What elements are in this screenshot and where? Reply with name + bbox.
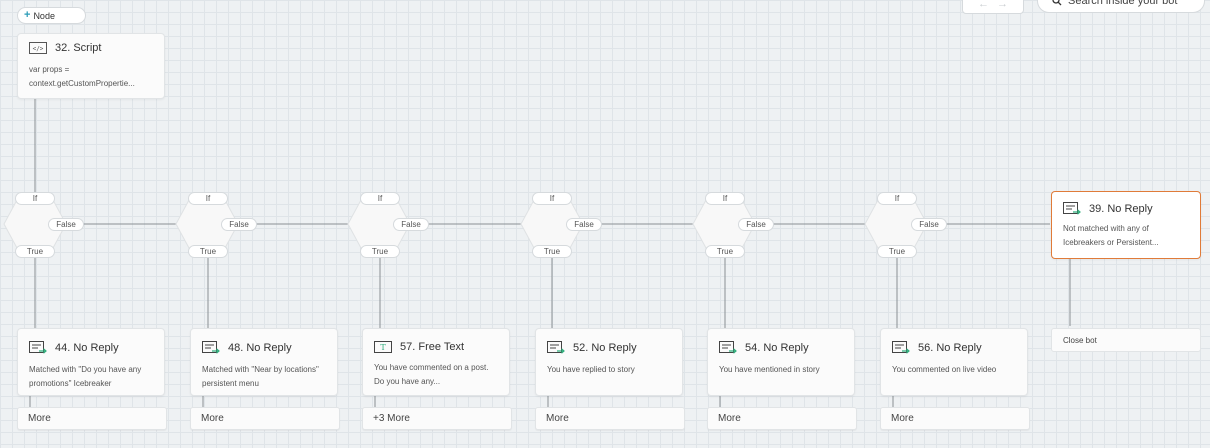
if-label: If xyxy=(705,192,745,205)
message-reply-icon xyxy=(892,341,910,354)
plus-icon: + xyxy=(24,9,31,21)
fallback-node[interactable]: 39. No Reply Not matched with any of Ice… xyxy=(1051,191,1201,259)
search-bar[interactable] xyxy=(1037,0,1205,13)
true-label: True xyxy=(188,245,228,258)
true-label: True xyxy=(705,245,745,258)
search-icon xyxy=(1052,0,1062,5)
if-label: If xyxy=(15,192,55,205)
false-label: False xyxy=(738,218,774,231)
more-button[interactable]: More xyxy=(190,407,340,430)
script-line: context.getCustomPropertie... xyxy=(29,79,135,88)
reply-node[interactable]: 52. No Reply You have replied to story xyxy=(535,328,683,396)
more-button[interactable]: More xyxy=(707,407,857,430)
message-reply-icon xyxy=(547,341,565,354)
if-label: If xyxy=(532,192,572,205)
free-text-node[interactable]: T 57. Free Text You have commented on a … xyxy=(362,328,510,396)
node-description: Not matched with any of Icebreakers or P… xyxy=(1063,224,1159,247)
add-node-label: Node xyxy=(33,10,55,21)
true-label: True xyxy=(360,245,400,258)
reply-node[interactable]: 54. No Reply You have mentioned in story xyxy=(707,328,855,396)
node-description: You commented on live video xyxy=(892,365,997,374)
close-bot-node[interactable]: Close bot xyxy=(1051,328,1201,352)
if-label: If xyxy=(360,192,400,205)
node-title: 44. No Reply xyxy=(55,342,119,354)
add-node-button[interactable]: + Node xyxy=(17,7,86,24)
more-button[interactable]: More xyxy=(17,407,167,430)
false-label: False xyxy=(48,218,84,231)
node-title: 32. Script xyxy=(55,42,102,54)
text-input-icon: T xyxy=(374,341,392,353)
node-title: 52. No Reply xyxy=(573,342,637,354)
redo-icon[interactable]: → xyxy=(997,0,1008,10)
node-title: 48. No Reply xyxy=(228,342,292,354)
undo-icon[interactable]: ← xyxy=(978,0,989,10)
node-description: You have commented on a post. Do you hav… xyxy=(374,363,489,386)
code-icon: </> xyxy=(29,42,47,54)
svg-text:</>: </> xyxy=(33,46,44,53)
message-reply-icon xyxy=(202,341,220,354)
false-label: False xyxy=(393,218,429,231)
true-label: True xyxy=(877,245,917,258)
script-node[interactable]: </> 32. Script var props = context.getCu… xyxy=(17,33,165,99)
more-button[interactable]: More xyxy=(880,407,1030,430)
node-description: You have mentioned in story xyxy=(719,365,820,374)
false-label: False xyxy=(566,218,602,231)
true-label: True xyxy=(15,245,55,258)
node-description: You have replied to story xyxy=(547,365,635,374)
node-description: Matched with "Near by locations" persist… xyxy=(202,365,319,388)
if-label: If xyxy=(877,192,917,205)
node-title: 54. No Reply xyxy=(745,342,809,354)
reply-node[interactable]: 48. No Reply Matched with "Near by locat… xyxy=(190,328,338,396)
reply-node[interactable]: 44. No Reply Matched with "Do you have a… xyxy=(17,328,165,396)
more-button[interactable]: +3 More xyxy=(362,407,512,430)
svg-text:T: T xyxy=(380,343,386,352)
node-title: 39. No Reply xyxy=(1089,203,1153,215)
true-label: True xyxy=(532,245,572,258)
node-title: 57. Free Text xyxy=(400,341,464,353)
node-title: 56. No Reply xyxy=(918,342,982,354)
message-reply-icon xyxy=(1063,202,1081,215)
false-label: False xyxy=(911,218,947,231)
if-label: If xyxy=(188,192,228,205)
message-reply-icon xyxy=(719,341,737,354)
search-input[interactable] xyxy=(1068,0,1198,7)
message-reply-icon xyxy=(29,341,47,354)
reply-node[interactable]: 56. No Reply You commented on live video xyxy=(880,328,1028,396)
false-label: False xyxy=(221,218,257,231)
more-button[interactable]: More xyxy=(535,407,685,430)
node-description: Matched with "Do you have any promotions… xyxy=(29,365,142,388)
script-line: var props = xyxy=(29,65,70,74)
undo-redo-controls[interactable]: ← → xyxy=(962,0,1024,14)
